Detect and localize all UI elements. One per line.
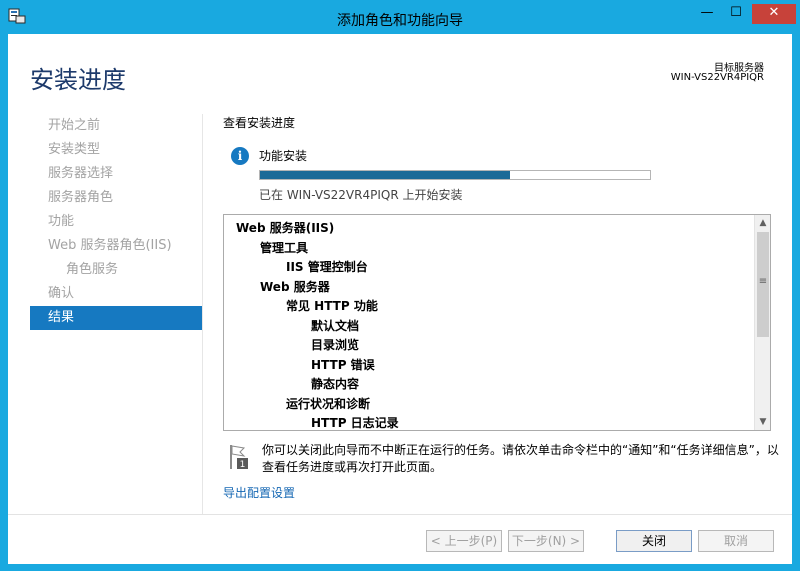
feature-tree: Web 服务器(IIS) 管理工具 IIS 管理控制台 Web 服务器常见 HTTP …: [224, 215, 754, 430]
feature-tree-item: 管理工具: [260, 240, 309, 255]
export-config-link[interactable]: 导出配置设置: [223, 484, 295, 501]
progress-fill: [260, 171, 510, 179]
feature-tree-item: HTTP 错误: [311, 357, 375, 372]
feature-tree-item: Web 服务器(IIS): [236, 221, 335, 235]
wizard-window: 添加角色和功能向导 — ☐ ✕ 安装进度 目标服务器 WIN-VS22VR4PI…: [0, 0, 800, 571]
wizard-step: 服务器角色: [48, 190, 114, 205]
feature-tree-item: IIS 管理控制台: [286, 260, 368, 274]
wizard-body: 安装进度 目标服务器 WIN-VS22VR4PIQR 开始之前 安装类型 服务器选择…: [8, 34, 792, 564]
window-title: 添加角色和功能向导: [337, 13, 463, 29]
vertical-scrollbar[interactable]: ▲ ≡ ▼: [754, 215, 770, 430]
notification-flag-icon: 1: [230, 445, 248, 470]
feature-install-label: 功能安装: [259, 149, 308, 163]
previous-button[interactable]: < 上一步(P): [426, 530, 502, 552]
svg-text:1: 1: [240, 460, 246, 470]
feature-tree-item: Web 服务器: [260, 279, 330, 294]
target-server-name: WIN-VS22VR4PIQR: [670, 72, 764, 83]
feature-tree-item: 常见 HTTP 功能: [286, 299, 378, 313]
title-bar[interactable]: 添加角色和功能向导 — ☐ ✕: [0, 0, 800, 34]
minimize-button[interactable]: —: [694, 4, 720, 24]
next-button[interactable]: 下一步(N) >: [508, 530, 584, 552]
wizard-step: 角色服务: [66, 262, 119, 277]
wizard-step-list: 开始之前安装类型服务器选择服务器角色功能 Web 服务器角色(IIS) 角色服务确认…: [30, 114, 202, 330]
wizard-step: 安装类型: [48, 142, 101, 157]
page-title: 安装进度: [30, 66, 126, 94]
feature-tree-list[interactable]: Web 服务器(IIS) 管理工具 IIS 管理控制台 Web 服务器常见 HTTP …: [223, 214, 771, 431]
close-button[interactable]: 关闭: [616, 530, 692, 552]
footer-divider: [8, 514, 792, 515]
info-icon: i: [231, 147, 249, 165]
wizard-step: 确认: [48, 286, 75, 301]
feature-tree-item: 默认文档: [311, 318, 360, 333]
scroll-thumb[interactable]: ≡: [757, 232, 769, 337]
wizard-step: 功能: [48, 214, 75, 229]
install-progress-bar: [259, 170, 651, 180]
close-window-button[interactable]: ✕: [752, 4, 796, 24]
progress-status-text: 已在 WIN-VS22VR4PIQR 上开始安装: [259, 188, 463, 202]
wizard-step[interactable]: 结果: [30, 306, 202, 330]
feature-tree-item: 静态内容: [311, 377, 360, 391]
feature-tree-item: HTTP 日志记录: [311, 416, 399, 430]
scroll-down-arrow-icon[interactable]: ▼: [755, 414, 770, 430]
feature-tree-item: 运行状况和诊断: [286, 396, 371, 411]
maximize-button[interactable]: ☐: [723, 4, 749, 24]
wizard-step: 服务器选择: [48, 166, 114, 181]
scroll-up-arrow-icon[interactable]: ▲: [755, 215, 770, 231]
close-wizard-notice: 你可以关闭此向导而不中断正在运行的任务。请依次单击命令栏中的“通知”和“任务详细…: [262, 443, 779, 474]
nav-divider: [202, 114, 203, 514]
section-title: 查看安装进度: [223, 116, 296, 130]
wizard-step: 开始之前: [48, 118, 101, 133]
grip-icon: ≡: [758, 276, 768, 287]
feature-tree-item: 目录浏览: [311, 338, 360, 352]
cancel-button[interactable]: 取消: [698, 530, 774, 552]
wizard-step: Web 服务器角色(IIS): [48, 238, 172, 253]
